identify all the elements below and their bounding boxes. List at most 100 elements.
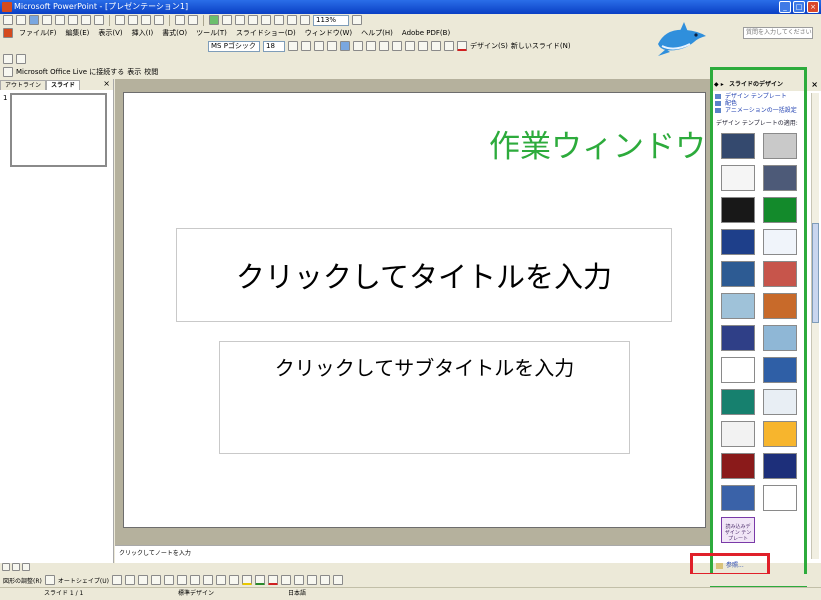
grid-icon[interactable] [287,15,297,25]
office-live-toolbar: Microsoft Office Live に接続する 表示 校閲 [0,66,821,77]
align-center-icon[interactable] [353,41,363,51]
select-objects-icon[interactable] [44,575,55,585]
decrease-font-icon[interactable] [418,41,428,51]
arrow-style-icon[interactable] [306,575,317,585]
permission-icon[interactable] [42,15,52,25]
save-icon[interactable] [29,15,39,25]
help-search-input[interactable]: 質問を入力してください [743,27,813,39]
draw-font-color-icon[interactable] [267,575,278,585]
dash-style-icon[interactable] [293,575,304,585]
fill-color-icon[interactable] [241,575,252,585]
wordart-icon[interactable] [189,575,200,585]
color-grayscale-icon[interactable] [300,15,310,25]
paste-icon[interactable] [141,15,151,25]
insert-table-icon[interactable] [222,15,232,25]
line-color-icon[interactable] [254,575,265,585]
help-icon[interactable] [352,15,362,25]
3d-style-icon[interactable] [332,575,343,585]
vertical-text-box-icon[interactable] [176,575,187,585]
close-button[interactable]: × [807,1,819,13]
line-style-icon[interactable] [280,575,291,585]
underline-icon[interactable] [314,41,324,51]
slide-thumbnail[interactable] [10,93,107,167]
menu-file[interactable]: ファイル(F) [16,28,60,38]
menu-help[interactable]: ヘルプ(H) [358,28,396,38]
font-color-icon[interactable] [457,41,467,51]
open-folder-icon[interactable] [16,15,26,25]
script-icon[interactable] [16,53,26,64]
document-icon [3,28,13,38]
copy-icon[interactable] [128,15,138,25]
minimize-button[interactable]: _ [779,1,791,13]
menu-edit[interactable]: 編集(E) [63,28,93,38]
task-pane-close-button[interactable]: × [811,79,818,91]
task-pane-scroll-thumb[interactable] [812,223,819,323]
slide-sorter-view-icon[interactable] [12,563,20,571]
slide-number: 1 [3,94,8,102]
font-size-combo[interactable]: 18 [263,40,285,52]
increase-font-icon[interactable] [405,41,415,51]
task-pane-scrollbar[interactable] [811,93,819,559]
menu-format[interactable]: 書式(O) [159,28,190,38]
office-assistant-dolphin-icon[interactable] [652,22,710,58]
slides-pane-close-button[interactable]: × [103,79,110,88]
oval-icon[interactable] [150,575,161,585]
font-name-combo[interactable]: MS Pゴシック [208,40,260,52]
new-file-icon[interactable] [3,15,13,25]
align-left-icon[interactable] [340,41,350,51]
office-live-connect-button[interactable]: Microsoft Office Live に接続する [16,67,124,77]
title-placeholder[interactable]: クリックしてタイトルを入力 [176,228,672,322]
print-icon[interactable] [68,15,78,25]
shadow-style-icon[interactable] [319,575,330,585]
print-preview-icon[interactable] [81,15,91,25]
slideshow-view-icon[interactable] [22,563,30,571]
insert-chart-icon[interactable] [209,15,219,25]
show-formatting-icon[interactable] [274,15,284,25]
line-icon[interactable] [111,575,122,585]
insert-hyperlink-icon[interactable] [248,15,258,25]
notes-pane[interactable]: クリックしてノートを入力 [115,545,710,563]
menu-window[interactable]: ウィンドウ(W) [302,28,355,38]
insert-picture-icon[interactable] [228,575,239,585]
menu-view[interactable]: 表示(V) [95,28,125,38]
autoshapes-button[interactable]: オートシェイプ(U) [58,576,109,585]
menu-slideshow[interactable]: スライドショー(D) [233,28,299,38]
spelling-icon[interactable] [94,15,104,25]
expand-all-icon[interactable] [261,15,271,25]
menu-tools[interactable]: ツール(T) [193,28,230,38]
zoom-combo[interactable]: 113% [313,14,349,26]
menu-insert[interactable]: 挿入(I) [129,28,157,38]
bold-icon[interactable] [288,41,298,51]
arrow-icon[interactable] [124,575,135,585]
diagram-icon[interactable] [202,575,213,585]
maximize-button[interactable]: □ [793,1,805,13]
slide-canvas[interactable]: クリックしてタイトルを入力 クリックしてサブタイトルを入力 作業ウィンドウ [123,92,706,528]
rectangle-icon[interactable] [137,575,148,585]
decrease-indent-icon[interactable] [431,41,441,51]
review-button[interactable]: 校閲 [144,67,158,77]
format-painter-icon[interactable] [154,15,164,25]
cut-icon[interactable] [115,15,125,25]
text-box-icon[interactable] [163,575,174,585]
normal-view-icon[interactable] [2,563,10,571]
redo-icon[interactable] [188,15,198,25]
design-button[interactable]: デザイン(S) [470,41,508,51]
subtitle-placeholder[interactable]: クリックしてサブタイトルを入力 [219,341,630,454]
shadow-icon[interactable] [327,41,337,51]
tab-outline[interactable]: アウトライン [0,80,47,90]
menu-adobe-pdf[interactable]: Adobe PDF(B) [399,29,453,37]
email-icon[interactable] [55,15,65,25]
draw-menu-button[interactable]: 図形の調整(R) [3,576,42,585]
new-slide-button[interactable]: 新しいスライド(N) [511,41,571,51]
increase-indent-icon[interactable] [444,41,454,51]
shortcut-icon[interactable] [3,53,13,64]
clip-art-icon[interactable] [215,575,226,585]
tables-borders-icon[interactable] [235,15,245,25]
display-button[interactable]: 表示 [127,67,141,77]
italic-icon[interactable] [301,41,311,51]
align-right-icon[interactable] [366,41,376,51]
tab-slides[interactable]: スライド [46,80,81,90]
undo-icon[interactable] [175,15,185,25]
bullets-icon[interactable] [392,41,402,51]
numbering-icon[interactable] [379,41,389,51]
